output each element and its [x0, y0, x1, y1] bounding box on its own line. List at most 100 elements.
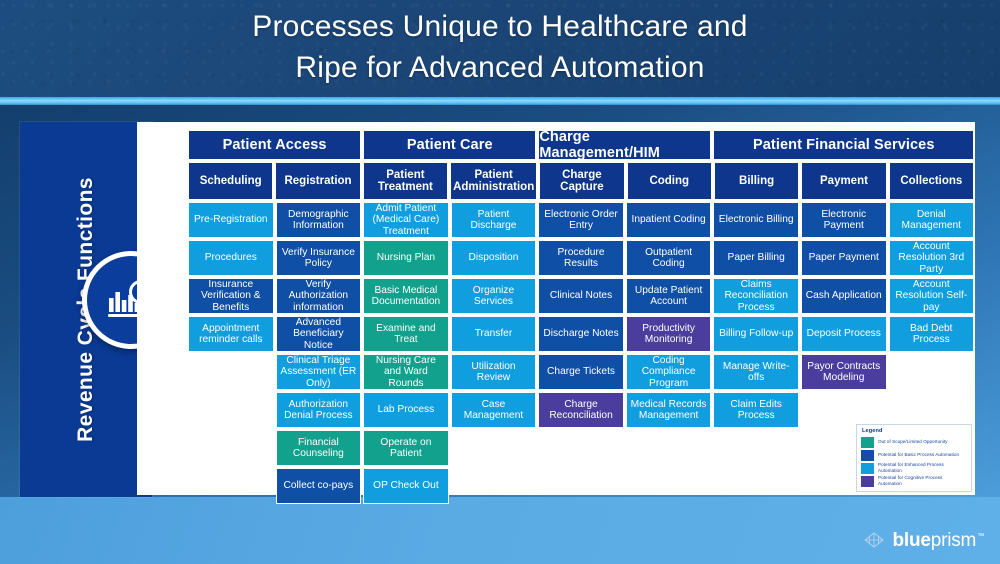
title-line-2: Ripe for Advanced Automation	[295, 51, 705, 84]
process-cell[interactable]: Electronic Payment	[800, 202, 887, 238]
matrix-group-header: Patient Care	[363, 130, 537, 160]
matrix-column: Demographic Information Verify Insurance …	[275, 202, 362, 506]
process-cell[interactable]: Account Resolution 3rd Party	[888, 240, 975, 276]
process-cell[interactable]: Nursing Care and Ward Rounds	[363, 354, 449, 390]
process-cell[interactable]: Payor Contracts Modeling	[800, 354, 887, 390]
legend-item: Potential for Basic Process Automation	[861, 449, 967, 461]
matrix-subheader-patient-administration: Patient Administration	[450, 162, 538, 200]
legend-item: Out of Scope/Limited Opportunity	[861, 436, 967, 448]
process-cell[interactable]: Productivity Monitoring	[625, 316, 712, 352]
process-cell[interactable]: Coding Compliance Program	[625, 354, 712, 390]
process-cell[interactable]: Discharge Notes	[538, 316, 624, 352]
process-cell[interactable]: Billing Follow-up	[713, 316, 799, 352]
matrix-column: Patient Discharge Disposition Organize Ser…	[450, 202, 537, 506]
legend-label: Potential for Basic Process Automation	[878, 452, 960, 457]
process-cell[interactable]: Paper Payment	[800, 240, 887, 276]
process-cell[interactable]: Electronic Order Entry	[538, 202, 624, 238]
legend-items: Out of Scope/Limited Opportunity Potentia…	[861, 436, 967, 487]
process-cell[interactable]: Procedure Results	[538, 240, 624, 276]
process-cell[interactable]: Procedures	[188, 240, 274, 276]
legend-label: Out of Scope/Limited Opportunity	[878, 439, 948, 444]
process-cell[interactable]: Verify Authorization information	[275, 278, 362, 314]
matrix-column: Pre-Registration Procedures Insurance Veri…	[188, 202, 274, 506]
process-cell[interactable]: Utilization Review	[450, 354, 537, 390]
legend-label: Potential for Enhanced Process Automatio…	[878, 462, 944, 473]
matrix-subheader-collections: Collections	[888, 162, 975, 200]
process-cell[interactable]: Demographic Information	[275, 202, 362, 238]
matrix-group-header-row: Patient Access Patient Care Charge Managem…	[188, 129, 976, 162]
process-cell[interactable]: Update Patient Account	[625, 278, 712, 314]
process-cell[interactable]: Collect co-pays	[275, 468, 362, 504]
slide: Processes Unique to Healthcare and Ripe …	[0, 0, 1000, 564]
process-cell[interactable]: Examine and Treat	[363, 316, 449, 352]
process-cell[interactable]: Outpatient Coding	[625, 240, 712, 276]
process-cell[interactable]: Account Resolution Self-pay	[888, 278, 975, 314]
process-cell[interactable]: Disposition	[450, 240, 537, 276]
matrix-subheader-charge-capture: Charge Capture	[539, 162, 625, 200]
process-cell[interactable]: OP Check Out	[363, 468, 449, 504]
legend-item: Potential for Cognitive Process Automati…	[861, 475, 967, 487]
process-cell[interactable]: Financial Counseling	[275, 430, 362, 466]
process-cell[interactable]: Charge Tickets	[538, 354, 624, 390]
matrix-column: Inpatient Coding Outpatient Coding Update …	[625, 202, 712, 506]
logo-prism-text: prism	[930, 530, 977, 551]
process-cell[interactable]: Verify Insurance Policy	[275, 240, 362, 276]
process-cell[interactable]: Transfer	[450, 316, 537, 352]
process-cell[interactable]: Bad Debt Process	[888, 316, 975, 352]
process-cell[interactable]: Charge Reconciliation	[538, 392, 624, 428]
matrix-column: Electronic Order Entry Procedure Results C…	[538, 202, 624, 506]
blueprism-pyramid-icon	[865, 532, 884, 548]
process-cell[interactable]: Case Management	[450, 392, 537, 428]
matrix-subheader-patient-treatment: Patient Treatment	[362, 162, 449, 200]
matrix-subheader-row: Scheduling Registration Patient Treatment P…	[188, 162, 976, 202]
matrix-subheader-registration: Registration	[275, 162, 361, 200]
legend-swatch	[861, 449, 874, 461]
legend-swatch	[861, 436, 874, 448]
process-cell[interactable]: Admit Patient (Medical Care) Treatment	[363, 202, 449, 238]
process-cell[interactable]: Operate on Patient	[363, 430, 449, 466]
matrix-subheader-billing: Billing	[713, 162, 800, 200]
legend-title: Legend	[862, 428, 883, 434]
process-cell[interactable]: Insurance Verification & Benefits	[188, 278, 274, 314]
process-cell[interactable]: Nursing Plan	[363, 240, 449, 276]
title-line-1: Processes Unique to Healthcare and	[252, 10, 748, 43]
process-cell[interactable]: Cash Application	[800, 278, 887, 314]
process-cell[interactable]: Organize Services	[450, 278, 537, 314]
process-cell[interactable]: Electronic Billing	[713, 202, 799, 238]
process-cell[interactable]: Paper Billing	[713, 240, 799, 276]
process-cell[interactable]: Pre-Registration	[188, 202, 274, 238]
matrix-subheader-scheduling: Scheduling	[188, 162, 274, 200]
legend-swatch	[861, 462, 874, 474]
process-cell[interactable]: Inpatient Coding	[625, 202, 712, 238]
process-cell[interactable]: Denial Management	[888, 202, 975, 238]
legend-item: Potential for Enhanced Process Automatio…	[861, 462, 967, 474]
process-cell[interactable]: Lab Process	[363, 392, 449, 428]
process-cell[interactable]: Medical Records Management	[625, 392, 712, 428]
process-cell[interactable]: Claim Edits Process	[713, 392, 799, 428]
process-cell[interactable]: Appointment reminder calls	[188, 316, 274, 352]
matrix-group-header: Patient Financial Services	[713, 130, 974, 160]
matrix-subheader-payment: Payment	[801, 162, 887, 200]
title-divider-bar	[0, 97, 1000, 105]
process-cell[interactable]: Claims Reconciliation Process	[713, 278, 799, 314]
legend-label: Potential for Cognitive Process Automati…	[878, 475, 943, 486]
matrix-column: Electronic Billing Paper Billing Claims Re…	[713, 202, 799, 506]
matrix-group-header: Patient Access	[188, 130, 362, 160]
blueprism-logo: blue prism ™	[863, 528, 984, 554]
matrix-column: Admit Patient (Medical Care) Treatment Nu…	[363, 202, 449, 506]
process-cell[interactable]: Manage Write-offs	[713, 354, 799, 390]
process-cell[interactable]: Authorization Denial Process	[275, 392, 362, 428]
process-cell[interactable]: Clinical Triage Assessment (ER Only)	[275, 354, 362, 390]
blueprism-wordmark: blue prism ™	[892, 530, 984, 552]
process-cell[interactable]: Patient Discharge	[450, 202, 537, 238]
legend-swatch	[861, 475, 874, 487]
matrix-subheader-coding: Coding	[626, 162, 712, 200]
process-cell[interactable]: Clinical Notes	[538, 278, 624, 314]
process-cell[interactable]: Basic Medical Documentation	[363, 278, 449, 314]
logo-blue-text: blue	[892, 530, 931, 551]
logo-trademark: ™	[977, 533, 984, 540]
matrix-group-header: Charge Management/HIM	[538, 129, 712, 161]
process-cell[interactable]: Advanced Beneficiary Notice	[275, 316, 362, 352]
process-cell[interactable]: Deposit Process	[800, 316, 887, 352]
page-title: Processes Unique to Healthcare and Ripe …	[0, 6, 1000, 88]
